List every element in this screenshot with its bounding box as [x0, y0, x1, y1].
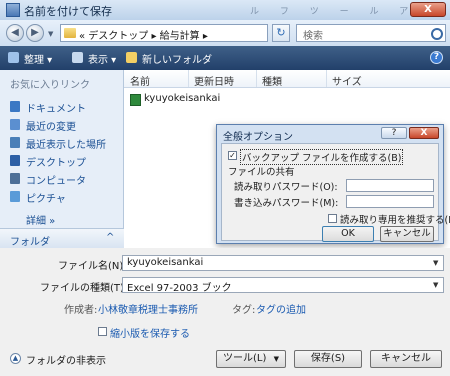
- read-only-recommended-label[interactable]: 読み取り専用を推奨する(R): [340, 212, 450, 226]
- create-backup-label[interactable]: バックアップ ファイルを作成する(B): [240, 149, 404, 165]
- navigation-bar: ◀ ▶ ▼ « デスクトップ ▸ 給与計算 ▸ ▼ ↻ 検索: [0, 20, 450, 46]
- navigation-pane: お気に入りリンク ドキュメント 最近の変更 最近表示した場所 デスクトップ コン…: [0, 70, 124, 249]
- dialog-cancel-button[interactable]: キャンセル: [380, 226, 434, 242]
- read-password-field[interactable]: [346, 179, 434, 192]
- filetype-value: Excel 97-2003 ブック: [127, 283, 232, 294]
- column-divider[interactable]: [188, 70, 189, 87]
- folder-icon: [64, 28, 76, 38]
- add-tag-link[interactable]: タグの追加: [256, 301, 306, 316]
- recent-pages-dropdown[interactable]: ▼: [48, 30, 53, 38]
- author-label: 作成者:: [64, 305, 98, 316]
- column-header-type[interactable]: 種類: [262, 73, 282, 88]
- general-options-dialog: 全般オプション ? X ✓ バックアップ ファイルを作成する(B) ファイルの共…: [216, 124, 450, 244]
- write-password-label: 書き込みパスワード(M):: [234, 198, 339, 209]
- list-item[interactable]: kyuyokeisankai: [144, 93, 220, 104]
- new-folder-icon: [126, 52, 137, 63]
- cancel-button[interactable]: キャンセル: [370, 350, 442, 368]
- filename-field[interactable]: kyuyokeisankai ▼: [122, 255, 444, 271]
- organize-icon: [8, 52, 19, 63]
- filename-label: ファイル名(N):: [58, 261, 127, 272]
- filetype-select[interactable]: Excel 97-2003 ブック ▼: [122, 277, 444, 294]
- create-backup-checkbox[interactable]: ✓: [228, 151, 237, 160]
- file-sharing-heading: ファイルの共有: [228, 167, 295, 178]
- dialog-body: ✓ バックアップ ファイルを作成する(B) ファイルの共有 読み取りパスワード(…: [221, 143, 450, 242]
- tags-label: タグ:: [232, 305, 256, 316]
- save-button[interactable]: 保存(S): [294, 350, 362, 368]
- dialog-help-button[interactable]: ?: [381, 127, 407, 139]
- column-header-modified[interactable]: 更新日時: [194, 73, 234, 88]
- command-toolbar: 整理 ▾ 表示 ▾ 新しいフォルダ ?: [0, 46, 450, 70]
- dialog-close-button[interactable]: X: [409, 127, 439, 139]
- save-thumbnail-checkbox[interactable]: [98, 327, 107, 336]
- views-icon: [72, 52, 83, 63]
- pictures-icon: [10, 191, 20, 202]
- background-menu-text: ル フ ツ ー ル ア: [250, 7, 418, 17]
- read-password-label: 読み取りパスワード(O):: [234, 182, 338, 193]
- window-title: 名前を付けて保存: [24, 5, 112, 18]
- desktop-icon: [10, 155, 20, 166]
- column-header-name[interactable]: 名前: [130, 73, 150, 88]
- column-divider[interactable]: [256, 70, 257, 87]
- help-icon[interactable]: ?: [430, 51, 443, 64]
- search-icon[interactable]: [431, 28, 443, 40]
- write-password-field[interactable]: [346, 195, 434, 208]
- computer-icon: [10, 173, 20, 184]
- dialog-title: 全般オプション: [223, 132, 293, 143]
- column-header-row: 名前 更新日時 種類 サイズ: [124, 70, 450, 88]
- column-divider[interactable]: [326, 70, 327, 87]
- save-form: ファイル名(N): kyuyokeisankai ▼ ファイルの種類(T): E…: [0, 248, 450, 376]
- filename-dropdown-arrow[interactable]: ▼: [433, 259, 438, 267]
- hide-folders-button[interactable]: フォルダの非表示: [26, 352, 106, 367]
- sidebar-item-label: コンピュータ: [26, 176, 86, 187]
- breadcrumb[interactable]: « デスクトップ ▸ 給与計算 ▸: [79, 27, 208, 42]
- excel-file-icon[interactable]: [130, 94, 141, 106]
- search-placeholder: 検索: [303, 31, 323, 42]
- tools-button[interactable]: ツール(L) ▼: [216, 350, 286, 368]
- sidebar-item-label: ドキュメント: [26, 104, 86, 115]
- search-input[interactable]: 検索: [296, 24, 446, 42]
- views-button[interactable]: 表示 ▾: [88, 51, 116, 66]
- chevron-down-icon: ▼: [273, 355, 279, 363]
- sidebar-item-label: 最近の変更: [26, 122, 76, 133]
- save-thumbnail-label[interactable]: 縮小版を保存する: [110, 325, 190, 340]
- window-close-button[interactable]: X: [410, 2, 446, 17]
- window-title-bar: 名前を付けて保存 ル フ ツ ー ル ア X: [0, 0, 450, 20]
- sidebar-item-label: ピクチャ: [26, 194, 66, 205]
- new-folder-button[interactable]: 新しいフォルダ: [142, 51, 212, 66]
- folders-bar[interactable]: フォルダ ^: [0, 228, 124, 249]
- documents-icon: [10, 101, 20, 112]
- ok-button[interactable]: OK: [322, 226, 374, 242]
- chevron-up-icon[interactable]: ^: [106, 232, 114, 243]
- forward-button[interactable]: ▶: [26, 24, 44, 42]
- recent-places-icon: [10, 137, 20, 148]
- tools-label: ツール(L): [223, 353, 267, 364]
- chevron-up-icon[interactable]: ▲: [10, 353, 21, 364]
- recent-changes-icon: [10, 119, 20, 130]
- filetype-label: ファイルの種類(T):: [40, 283, 128, 294]
- folders-label: フォルダ: [10, 237, 50, 248]
- sidebar-item-label: デスクトップ: [26, 158, 86, 169]
- back-button[interactable]: ◀: [6, 24, 24, 42]
- sidebar-item-label: 最近表示した場所: [26, 140, 106, 151]
- save-as-window-icon: [6, 3, 20, 17]
- refresh-button[interactable]: ↻: [272, 24, 290, 42]
- read-only-recommended-checkbox[interactable]: [328, 214, 337, 223]
- author-value[interactable]: 小林敬章税理士事務所: [98, 301, 198, 316]
- more-links-button[interactable]: 詳細 »: [26, 212, 55, 227]
- favorite-links-heading: お気に入りリンク: [10, 80, 90, 91]
- column-header-size[interactable]: サイズ: [332, 73, 362, 88]
- address-bar[interactable]: « デスクトップ ▸ 給与計算 ▸ ▼: [60, 24, 318, 42]
- organize-button[interactable]: 整理 ▾: [24, 51, 52, 66]
- filename-value: kyuyokeisankai: [127, 257, 204, 268]
- filetype-dropdown-arrow[interactable]: ▼: [433, 281, 438, 289]
